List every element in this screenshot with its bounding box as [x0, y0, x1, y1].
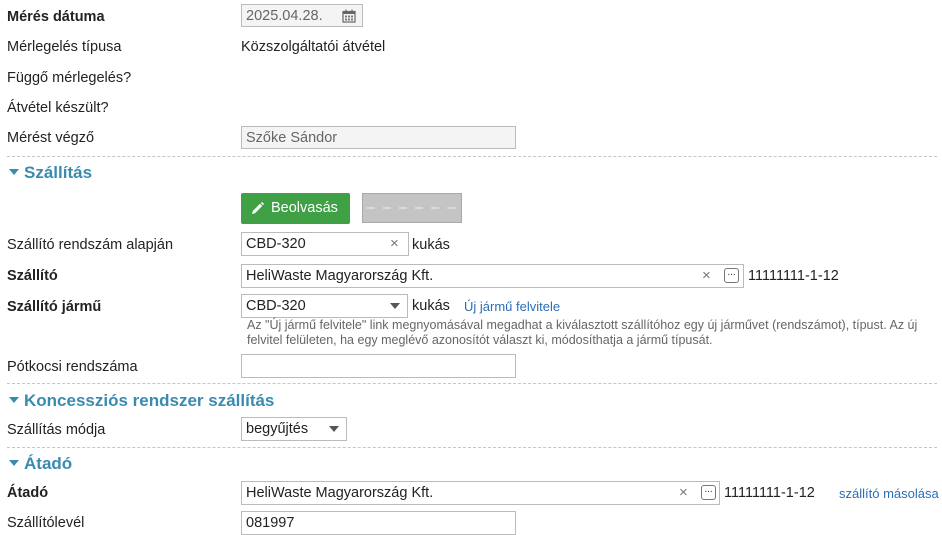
chevron-down-icon[interactable] — [390, 303, 400, 309]
divider — [7, 383, 937, 384]
beolvasas-label: Beolvasás — [271, 200, 338, 216]
clear-rendszam-icon[interactable]: × — [390, 235, 399, 253]
szallito-jarmu-label: Szállító jármű — [7, 299, 102, 315]
clear-szallito-icon[interactable]: × — [702, 267, 711, 285]
fuggo-merleges-label: Függő mérlegelés? — [7, 70, 132, 86]
szallito-rendszam-label: Szállító rendszám alapján — [7, 237, 174, 253]
potkocsi-input[interactable] — [241, 354, 516, 378]
szallito-rendszam-value: CBD-320 — [246, 236, 306, 252]
divider — [7, 447, 937, 448]
szallitolevel-input[interactable]: 081997 — [241, 511, 516, 535]
szallito-label: Szállító — [7, 268, 58, 284]
szallito-jarmu-value: CBD-320 — [246, 298, 306, 314]
szallito-jarmu-select[interactable]: CBD-320 — [241, 294, 408, 318]
merest-vegzo-input[interactable]: Szőke Sándor — [241, 126, 516, 149]
szallitas-modja-label: Szállítás módja — [7, 422, 106, 438]
chevron-down-icon[interactable] — [329, 426, 339, 432]
collapse-triangle-icon — [9, 396, 19, 403]
section-koncesszio-title: Koncessziós rendszer szállítás — [24, 391, 275, 410]
section-atado-title: Átadó — [24, 454, 73, 473]
merleges-tipusa-value: Közszolgáltatói átvétel — [241, 39, 386, 55]
meres-datuma-label: Mérés dátuma — [7, 9, 105, 25]
szallito-masolasa-link[interactable]: szállító másolása — [839, 486, 939, 501]
section-koncesszio-header[interactable]: Koncessziós rendszer szállítás — [9, 391, 274, 411]
merest-vegzo-label: Mérést végző — [7, 130, 95, 146]
uj-jarmu-felvitele-link[interactable]: Új jármű felvitele — [464, 299, 560, 314]
collapse-triangle-icon — [9, 168, 19, 175]
section-atado-header[interactable]: Átadó — [9, 454, 72, 474]
clear-atado-icon[interactable]: × — [679, 484, 688, 502]
atado-tax-number: 11111111-1-12 — [724, 485, 815, 501]
szallito-tax-number: 11111111-1-12 — [748, 268, 839, 284]
disabled-dashes-button[interactable]: – – – – – – — [362, 193, 462, 223]
collapse-triangle-icon — [9, 459, 19, 466]
atado-value: HeliWaste Magyarország Kft. — [246, 485, 434, 501]
beolvasas-button[interactable]: Beolvasás — [241, 193, 350, 224]
szallito-rendszam-input[interactable]: CBD-320 — [241, 232, 409, 256]
atado-label: Átadó — [7, 485, 49, 501]
jarmu-help-text: Az "Új jármű felvitele" link megnyomásáv… — [247, 318, 918, 347]
meres-datuma-value: 2025.04.28. — [246, 8, 323, 24]
szallitolevel-label: Szállítólevél — [7, 515, 85, 531]
potkocsi-label: Pótkocsi rendszáma — [7, 359, 138, 375]
szallitas-modja-value: begyűjtés — [246, 421, 309, 437]
divider — [7, 156, 937, 157]
more-dots-icon[interactable]: ... — [724, 268, 739, 283]
section-szallitas-header[interactable]: Szállítás — [9, 163, 92, 183]
jarmu-suffix: kukás — [412, 298, 450, 314]
atvetel-keszult-label: Átvétel készült? — [7, 100, 109, 116]
merleges-tipusa-label: Mérlegelés típusa — [7, 39, 122, 55]
pencil-icon — [252, 202, 264, 214]
szallito-input[interactable]: HeliWaste Magyarország Kft. — [241, 264, 744, 288]
section-szallitas-title: Szállítás — [24, 163, 93, 182]
rendszam-suffix: kukás — [412, 237, 450, 253]
atado-input[interactable]: HeliWaste Magyarország Kft. — [241, 481, 720, 505]
more-dots-icon[interactable]: ... — [701, 485, 716, 500]
szallito-value: HeliWaste Magyarország Kft. — [246, 268, 434, 284]
calendar-icon[interactable] — [342, 9, 356, 23]
meres-datuma-input[interactable]: 2025.04.28. — [241, 4, 363, 27]
